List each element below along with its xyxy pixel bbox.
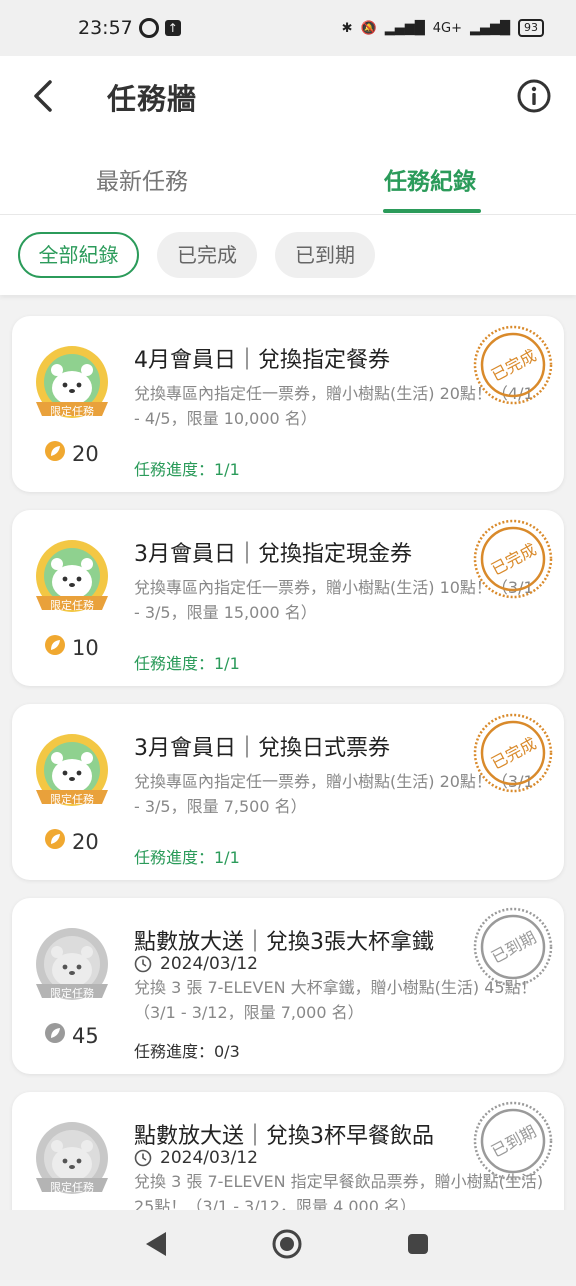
expiry-date: 2024/03/12 <box>134 954 258 974</box>
badge-label: 限定任務 <box>50 793 94 806</box>
nav-recent-apps-icon[interactable] <box>406 1232 430 1256</box>
bluetooth-icon: ✱ <box>341 20 353 36</box>
task-title: 點數放大送｜兌換3張大杯拿鐵 <box>134 930 434 955</box>
points-value: 45 <box>72 1023 99 1048</box>
task-progress: 任務進度：1/1 <box>134 460 240 479</box>
clock: 23:57 <box>78 17 133 39</box>
expiry-date-text: 2024/03/12 <box>160 1148 258 1168</box>
expired-stamp: 已到期 <box>472 1100 554 1182</box>
limited-task-badge-icon: 限定任務 <box>30 344 114 428</box>
status-bar: 23:57 ↑ ✱ 🔕 ▂▄▆█ 4G+ ▂▄▆█ 93 <box>0 0 576 56</box>
task-card[interactable]: 限定任務 20 3月會員日｜兌換日式票券 兌換專區內指定任一票券，贈小樹點(生活)… <box>12 704 564 880</box>
reward-points: 20 <box>44 440 99 467</box>
limited-task-badge-icon: 限定任務 <box>30 538 114 622</box>
signal-icon: ▂▄▆█ <box>384 20 425 36</box>
back-arrow-icon <box>34 80 52 112</box>
task-card[interactable]: 限定任務 20 4月會員日｜兌換指定餐券 兌換專區內指定任一票券，贈小樹點(生活)… <box>12 316 564 492</box>
nav-home-icon[interactable] <box>270 1227 304 1261</box>
filter-expired[interactable]: 已到期 <box>275 232 375 278</box>
limited-task-badge-icon: 限定任務 <box>30 926 114 1010</box>
task-card[interactable]: 限定任務 10 3月會員日｜兌換指定現金券 兌換專區內指定任一票券，贈小樹點(生活… <box>12 510 564 686</box>
task-title: 4月會員日｜兌換指定餐券 <box>134 348 390 373</box>
filter-bar: 全部紀錄 已完成 已到期 <box>0 215 576 295</box>
points-value: 20 <box>72 829 99 854</box>
header: 任務牆 <box>0 56 576 139</box>
expiry-date: 2024/03/12 <box>134 1148 258 1168</box>
filter-all-records[interactable]: 全部紀錄 <box>18 232 139 278</box>
leaf-points-icon <box>44 634 66 661</box>
reward-points: 20 <box>44 828 99 855</box>
tab-bar: 最新任務 任務紀錄 <box>0 138 576 215</box>
clock-icon <box>134 1149 152 1167</box>
task-progress: 任務進度：1/1 <box>134 654 240 673</box>
points-value: 10 <box>72 635 99 660</box>
task-title: 點數放大送｜兌換3杯早餐飲品 <box>134 1124 434 1149</box>
completed-stamp: 已完成 <box>472 324 554 406</box>
tab-task-records[interactable]: 任務紀錄 <box>384 162 476 196</box>
page-title: 任務牆 <box>107 82 198 116</box>
task-card[interactable]: 限定任務 45 點數放大送｜兌換3張大杯拿鐵 2024/03/12 兌換 3 張… <box>12 898 564 1074</box>
expiry-date-text: 2024/03/12 <box>160 954 258 974</box>
tab-latest-tasks[interactable]: 最新任務 <box>96 162 188 196</box>
badge-label: 限定任務 <box>50 1181 94 1194</box>
limited-task-badge-icon: 限定任務 <box>30 1120 114 1204</box>
leaf-points-icon <box>44 828 66 855</box>
signal-icon-2: ▂▄▆█ <box>470 20 510 36</box>
battery-icon: 93 <box>518 19 544 37</box>
nav-back-icon[interactable] <box>144 1230 168 1258</box>
leaf-points-icon <box>44 440 66 467</box>
task-title: 3月會員日｜兌換日式票券 <box>134 736 390 761</box>
reward-points: 45 <box>44 1022 99 1049</box>
network-label: 4G+ <box>432 20 462 36</box>
limited-task-badge-icon: 限定任務 <box>30 732 114 816</box>
task-progress: 任務進度：1/1 <box>134 848 240 867</box>
badge-label: 限定任務 <box>50 987 94 1000</box>
points-value: 20 <box>72 441 99 466</box>
system-nav-bar <box>0 1210 576 1280</box>
reward-points: 10 <box>44 634 99 661</box>
mute-icon: 🔕 <box>360 20 377 36</box>
completed-stamp: 已完成 <box>472 712 554 794</box>
expired-stamp: 已到期 <box>472 906 554 988</box>
back-button[interactable] <box>26 76 66 116</box>
task-record-list: 限定任務 20 4月會員日｜兌換指定餐券 兌換專區內指定任一票券，贈小樹點(生活)… <box>12 316 564 1286</box>
completed-stamp: 已完成 <box>472 518 554 600</box>
badge-label: 限定任務 <box>50 599 94 612</box>
task-title: 3月會員日｜兌換指定現金券 <box>134 542 412 567</box>
info-button[interactable] <box>516 78 552 114</box>
badge-label: 限定任務 <box>50 405 94 418</box>
clock-icon <box>134 955 152 973</box>
leaf-points-icon <box>44 1022 66 1049</box>
upload-icon: ↑ <box>164 20 181 36</box>
filter-completed[interactable]: 已完成 <box>157 232 257 278</box>
tab-active-indicator <box>383 209 481 213</box>
task-progress: 任務進度：0/3 <box>134 1042 240 1061</box>
info-icon <box>517 79 551 113</box>
record-icon <box>138 18 159 38</box>
